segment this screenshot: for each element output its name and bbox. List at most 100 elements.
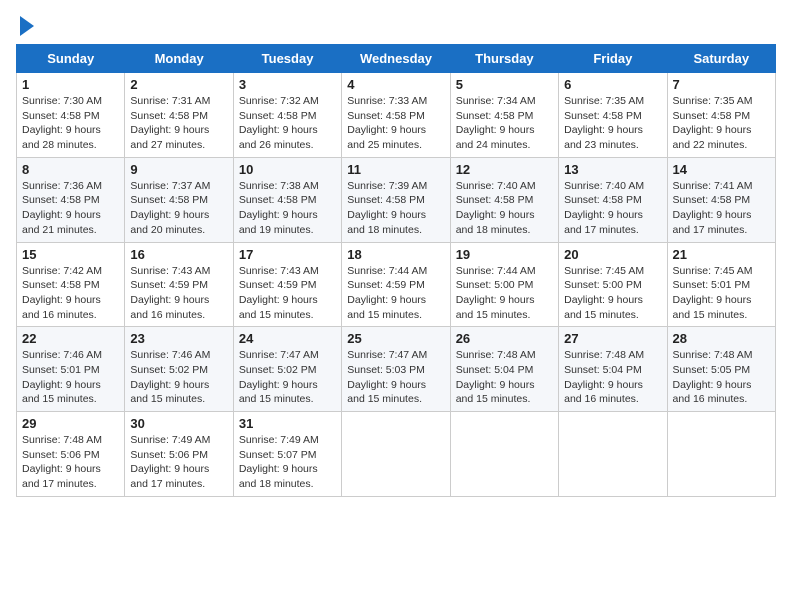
- day-info: Sunrise: 7:32 AM Sunset: 4:58 PM Dayligh…: [239, 94, 336, 153]
- day-info: Sunrise: 7:46 AM Sunset: 5:02 PM Dayligh…: [130, 348, 227, 407]
- day-number: 28: [673, 331, 770, 346]
- calendar-cell: [450, 412, 558, 497]
- day-info: Sunrise: 7:31 AM Sunset: 4:58 PM Dayligh…: [130, 94, 227, 153]
- day-info: Sunrise: 7:37 AM Sunset: 4:58 PM Dayligh…: [130, 179, 227, 238]
- day-info: Sunrise: 7:46 AM Sunset: 5:01 PM Dayligh…: [22, 348, 119, 407]
- calendar-week-row: 8 Sunrise: 7:36 AM Sunset: 4:58 PM Dayli…: [17, 157, 776, 242]
- day-number: 20: [564, 247, 661, 262]
- day-info: Sunrise: 7:48 AM Sunset: 5:04 PM Dayligh…: [456, 348, 553, 407]
- calendar-cell: 26 Sunrise: 7:48 AM Sunset: 5:04 PM Dayl…: [450, 327, 558, 412]
- calendar-cell: 9 Sunrise: 7:37 AM Sunset: 4:58 PM Dayli…: [125, 157, 233, 242]
- day-number: 19: [456, 247, 553, 262]
- day-number: 11: [347, 162, 444, 177]
- day-info: Sunrise: 7:43 AM Sunset: 4:59 PM Dayligh…: [130, 264, 227, 323]
- day-info: Sunrise: 7:44 AM Sunset: 4:59 PM Dayligh…: [347, 264, 444, 323]
- weekday-header-wednesday: Wednesday: [342, 45, 450, 73]
- day-number: 13: [564, 162, 661, 177]
- day-info: Sunrise: 7:40 AM Sunset: 4:58 PM Dayligh…: [456, 179, 553, 238]
- day-number: 26: [456, 331, 553, 346]
- weekday-header-thursday: Thursday: [450, 45, 558, 73]
- calendar-cell: 23 Sunrise: 7:46 AM Sunset: 5:02 PM Dayl…: [125, 327, 233, 412]
- day-number: 3: [239, 77, 336, 92]
- day-info: Sunrise: 7:35 AM Sunset: 4:58 PM Dayligh…: [564, 94, 661, 153]
- calendar-cell: 30 Sunrise: 7:49 AM Sunset: 5:06 PM Dayl…: [125, 412, 233, 497]
- calendar-cell: 31 Sunrise: 7:49 AM Sunset: 5:07 PM Dayl…: [233, 412, 341, 497]
- day-number: 1: [22, 77, 119, 92]
- calendar-cell: 7 Sunrise: 7:35 AM Sunset: 4:58 PM Dayli…: [667, 73, 775, 158]
- logo-arrow-icon: [20, 16, 34, 36]
- calendar-body: 1 Sunrise: 7:30 AM Sunset: 4:58 PM Dayli…: [17, 73, 776, 497]
- day-number: 4: [347, 77, 444, 92]
- calendar-cell: 14 Sunrise: 7:41 AM Sunset: 4:58 PM Dayl…: [667, 157, 775, 242]
- calendar-cell: 4 Sunrise: 7:33 AM Sunset: 4:58 PM Dayli…: [342, 73, 450, 158]
- day-number: 21: [673, 247, 770, 262]
- calendar-table: SundayMondayTuesdayWednesdayThursdayFrid…: [16, 44, 776, 497]
- day-info: Sunrise: 7:45 AM Sunset: 5:00 PM Dayligh…: [564, 264, 661, 323]
- day-info: Sunrise: 7:39 AM Sunset: 4:58 PM Dayligh…: [347, 179, 444, 238]
- day-info: Sunrise: 7:49 AM Sunset: 5:06 PM Dayligh…: [130, 433, 227, 492]
- calendar-cell: 24 Sunrise: 7:47 AM Sunset: 5:02 PM Dayl…: [233, 327, 341, 412]
- day-number: 5: [456, 77, 553, 92]
- calendar-cell: 6 Sunrise: 7:35 AM Sunset: 4:58 PM Dayli…: [559, 73, 667, 158]
- weekday-header-tuesday: Tuesday: [233, 45, 341, 73]
- calendar-cell: 19 Sunrise: 7:44 AM Sunset: 5:00 PM Dayl…: [450, 242, 558, 327]
- calendar-cell: 10 Sunrise: 7:38 AM Sunset: 4:58 PM Dayl…: [233, 157, 341, 242]
- day-number: 9: [130, 162, 227, 177]
- day-number: 18: [347, 247, 444, 262]
- calendar-cell: 29 Sunrise: 7:48 AM Sunset: 5:06 PM Dayl…: [17, 412, 125, 497]
- day-number: 15: [22, 247, 119, 262]
- weekday-header-row: SundayMondayTuesdayWednesdayThursdayFrid…: [17, 45, 776, 73]
- calendar-cell: 15 Sunrise: 7:42 AM Sunset: 4:58 PM Dayl…: [17, 242, 125, 327]
- day-info: Sunrise: 7:42 AM Sunset: 4:58 PM Dayligh…: [22, 264, 119, 323]
- day-number: 27: [564, 331, 661, 346]
- day-number: 23: [130, 331, 227, 346]
- calendar-week-row: 22 Sunrise: 7:46 AM Sunset: 5:01 PM Dayl…: [17, 327, 776, 412]
- calendar-cell: 5 Sunrise: 7:34 AM Sunset: 4:58 PM Dayli…: [450, 73, 558, 158]
- day-info: Sunrise: 7:45 AM Sunset: 5:01 PM Dayligh…: [673, 264, 770, 323]
- day-number: 6: [564, 77, 661, 92]
- calendar-cell: 27 Sunrise: 7:48 AM Sunset: 5:04 PM Dayl…: [559, 327, 667, 412]
- calendar-cell: 3 Sunrise: 7:32 AM Sunset: 4:58 PM Dayli…: [233, 73, 341, 158]
- calendar-cell: 18 Sunrise: 7:44 AM Sunset: 4:59 PM Dayl…: [342, 242, 450, 327]
- calendar-cell: [342, 412, 450, 497]
- calendar-cell: 2 Sunrise: 7:31 AM Sunset: 4:58 PM Dayli…: [125, 73, 233, 158]
- day-info: Sunrise: 7:47 AM Sunset: 5:03 PM Dayligh…: [347, 348, 444, 407]
- calendar-cell: 21 Sunrise: 7:45 AM Sunset: 5:01 PM Dayl…: [667, 242, 775, 327]
- day-info: Sunrise: 7:35 AM Sunset: 4:58 PM Dayligh…: [673, 94, 770, 153]
- calendar-cell: 12 Sunrise: 7:40 AM Sunset: 4:58 PM Dayl…: [450, 157, 558, 242]
- logo: [16, 16, 34, 36]
- day-info: Sunrise: 7:48 AM Sunset: 5:05 PM Dayligh…: [673, 348, 770, 407]
- calendar-week-row: 29 Sunrise: 7:48 AM Sunset: 5:06 PM Dayl…: [17, 412, 776, 497]
- calendar-cell: [667, 412, 775, 497]
- day-number: 25: [347, 331, 444, 346]
- calendar-cell: 20 Sunrise: 7:45 AM Sunset: 5:00 PM Dayl…: [559, 242, 667, 327]
- calendar-cell: 28 Sunrise: 7:48 AM Sunset: 5:05 PM Dayl…: [667, 327, 775, 412]
- day-number: 8: [22, 162, 119, 177]
- weekday-header-friday: Friday: [559, 45, 667, 73]
- day-info: Sunrise: 7:48 AM Sunset: 5:06 PM Dayligh…: [22, 433, 119, 492]
- day-info: Sunrise: 7:36 AM Sunset: 4:58 PM Dayligh…: [22, 179, 119, 238]
- day-number: 12: [456, 162, 553, 177]
- day-number: 30: [130, 416, 227, 431]
- calendar-cell: 17 Sunrise: 7:43 AM Sunset: 4:59 PM Dayl…: [233, 242, 341, 327]
- day-number: 29: [22, 416, 119, 431]
- calendar-week-row: 1 Sunrise: 7:30 AM Sunset: 4:58 PM Dayli…: [17, 73, 776, 158]
- day-info: Sunrise: 7:38 AM Sunset: 4:58 PM Dayligh…: [239, 179, 336, 238]
- day-info: Sunrise: 7:48 AM Sunset: 5:04 PM Dayligh…: [564, 348, 661, 407]
- calendar-cell: 11 Sunrise: 7:39 AM Sunset: 4:58 PM Dayl…: [342, 157, 450, 242]
- day-number: 31: [239, 416, 336, 431]
- day-info: Sunrise: 7:43 AM Sunset: 4:59 PM Dayligh…: [239, 264, 336, 323]
- day-number: 7: [673, 77, 770, 92]
- day-number: 24: [239, 331, 336, 346]
- weekday-header-sunday: Sunday: [17, 45, 125, 73]
- day-number: 16: [130, 247, 227, 262]
- day-number: 17: [239, 247, 336, 262]
- day-number: 2: [130, 77, 227, 92]
- day-info: Sunrise: 7:41 AM Sunset: 4:58 PM Dayligh…: [673, 179, 770, 238]
- calendar-cell: 8 Sunrise: 7:36 AM Sunset: 4:58 PM Dayli…: [17, 157, 125, 242]
- calendar-cell: 22 Sunrise: 7:46 AM Sunset: 5:01 PM Dayl…: [17, 327, 125, 412]
- day-info: Sunrise: 7:47 AM Sunset: 5:02 PM Dayligh…: [239, 348, 336, 407]
- calendar-week-row: 15 Sunrise: 7:42 AM Sunset: 4:58 PM Dayl…: [17, 242, 776, 327]
- calendar-cell: [559, 412, 667, 497]
- day-info: Sunrise: 7:33 AM Sunset: 4:58 PM Dayligh…: [347, 94, 444, 153]
